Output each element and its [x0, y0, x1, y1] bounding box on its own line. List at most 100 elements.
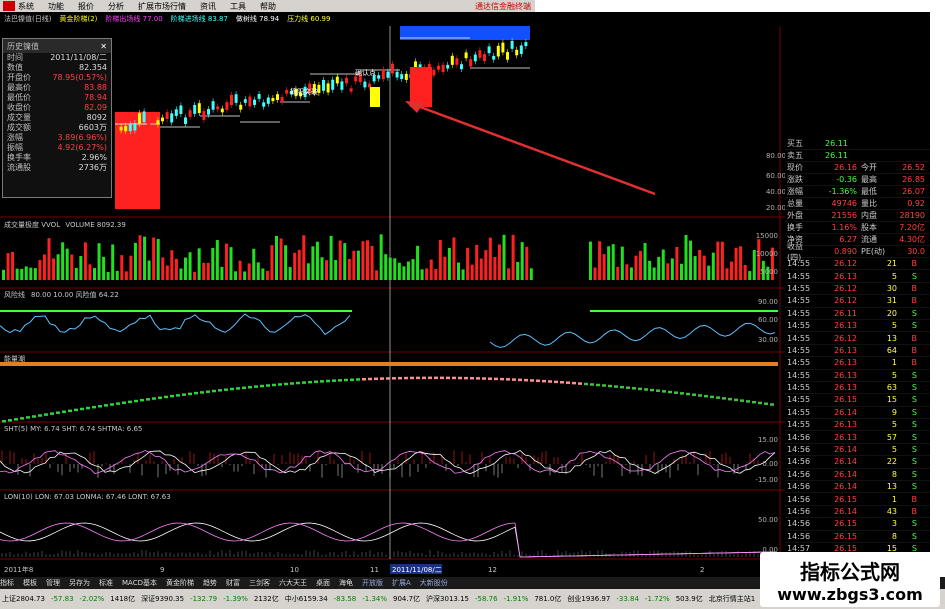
energy-dot — [26, 416, 30, 419]
volume-bar — [220, 266, 224, 280]
indicator-tab[interactable]: 模板 — [23, 578, 37, 588]
indicator-tab[interactable]: 桌面 — [316, 578, 330, 588]
energy-dot — [260, 384, 264, 388]
energy-dot — [278, 383, 282, 386]
energy-dot — [236, 387, 240, 390]
volume-bar — [602, 254, 606, 280]
volume-bar — [388, 257, 392, 280]
volume-bar — [379, 234, 383, 280]
tick-row: 14:56 26.14 22 S — [785, 456, 930, 469]
candle — [386, 71, 390, 78]
candle — [170, 113, 174, 123]
indicator-tab[interactable]: 趋势 — [203, 578, 217, 588]
energy-dot — [644, 388, 648, 391]
tick-row: 14:55 26.13 5 S — [785, 419, 930, 432]
volume-bar — [188, 252, 192, 280]
energy-dot — [218, 389, 222, 392]
indicator-tab[interactable]: 财富 — [226, 578, 240, 588]
volume-bar — [83, 242, 87, 280]
candle — [524, 42, 528, 47]
candle — [487, 46, 491, 54]
volume-bar — [479, 258, 483, 280]
volume-bar — [147, 260, 151, 280]
popup-row-value: 2011/11/08/二 — [50, 53, 107, 62]
energy-dot — [464, 376, 468, 380]
volume-bar — [447, 247, 451, 280]
indicator-tab[interactable]: 管理 — [46, 578, 60, 588]
energy-dot — [188, 392, 192, 396]
menu-item-quote[interactable]: 报价 — [78, 1, 94, 12]
annotation-text: 摘阳突破 — [290, 87, 318, 96]
volume-bar — [288, 267, 292, 280]
volume-bar — [311, 246, 315, 280]
indicator-tab[interactable]: MACD基本 — [122, 578, 157, 588]
volume-bar — [224, 243, 228, 280]
indicator-tab[interactable]: 海龟 — [339, 578, 353, 588]
energy-dot — [686, 392, 690, 396]
volume-bar — [79, 256, 83, 280]
volume-bar — [666, 263, 670, 280]
close-icon[interactable]: ✕ — [100, 42, 107, 51]
candle — [510, 40, 514, 49]
menu-item-function[interactable]: 功能 — [48, 1, 64, 12]
indicator-tab[interactable]: 标准 — [99, 578, 113, 588]
indicator-tab[interactable]: 指标 — [0, 578, 14, 588]
popup-header[interactable]: 历史镍值 ✕ — [3, 39, 111, 53]
quote-stat-row: 涨跌 -0.36 最高 26.85 — [785, 174, 930, 186]
ticker-item: -132.79 — [190, 595, 218, 603]
menu-item-tools[interactable]: 工具 — [230, 1, 246, 12]
volume-bar — [707, 265, 711, 280]
popup-title: 历史镍值 — [7, 41, 39, 51]
volume-bar — [165, 265, 169, 280]
energy-dot — [56, 411, 60, 414]
energy-dot — [14, 418, 18, 421]
popup-row: 最低价 78.94 — [3, 93, 111, 103]
candle — [133, 122, 137, 131]
indicator-tab[interactable]: 六大天王 — [279, 578, 307, 588]
svg-text:90.00: 90.00 — [758, 298, 778, 306]
volume-bar — [247, 263, 251, 280]
energy-dot — [2, 420, 6, 423]
tick-row: 14:56 26.15 1 B — [785, 493, 930, 506]
candle — [271, 98, 275, 102]
volume-bar — [520, 242, 524, 280]
volume-bar — [743, 264, 747, 280]
popup-row-value: 3.89(6.96%) — [57, 133, 107, 142]
menu-item-analysis[interactable]: 分析 — [108, 1, 124, 12]
indicator-tab[interactable]: 黄金阶梯 — [166, 578, 194, 588]
menu-item-system[interactable]: 系统 — [18, 1, 34, 12]
tick-row: 14:55 26.13 5 S — [785, 370, 930, 382]
svg-text:10000: 10000 — [756, 250, 778, 258]
chart-area[interactable]: 法巴镍值(日线) 黄金阶梯(2) 阶梯出场线 77.00 阶梯进场线 83.87 做树线… — [0, 12, 785, 577]
menu-item-info[interactable]: 资讯 — [200, 1, 216, 12]
candle — [243, 99, 247, 103]
energy-dot — [554, 380, 558, 384]
indicator-tab[interactable]: 三剑客 — [249, 578, 270, 588]
candle — [276, 94, 279, 100]
chart-svg[interactable]: 法巴镍值(日线) 黄金阶梯(2) 阶梯出场线 77.00 阶梯进场线 83.87 做树线… — [0, 12, 785, 577]
history-value-popup[interactable]: 历史镍值 ✕ 时间 2011/11/08/二 数值 82.354 开盘价 78.95(0.… — [2, 38, 112, 198]
indicator-tab-alt[interactable]: 扩展A — [392, 578, 411, 588]
tick-row: 14:56 26.14 8 S — [785, 469, 930, 482]
candle — [506, 52, 509, 60]
ticker-item: 深证9390.35 — [141, 595, 185, 603]
indicator-tab-alt[interactable]: 开放版 — [362, 578, 383, 588]
tick-list[interactable]: 14:55 26.12 21 B 14:55 26.13 5 S 14:55 26.12 30 B 14… — [785, 258, 930, 568]
ticker-item: 创业1936.97 — [567, 595, 611, 603]
menu-item-help[interactable]: 帮助 — [260, 1, 276, 12]
indicator-tab[interactable]: 另存为 — [69, 578, 90, 588]
energy-dot — [248, 385, 252, 389]
volume-bar — [438, 240, 442, 280]
volume-bar — [170, 250, 174, 280]
volume-bar — [406, 261, 410, 280]
ticker-item: 1418亿 — [110, 595, 136, 603]
volume-bar — [297, 249, 301, 280]
volume-bar — [143, 236, 147, 280]
volume-bar — [56, 254, 60, 280]
volume-bar — [629, 267, 633, 280]
menu-item-ext-market[interactable]: 扩展市场行情 — [138, 1, 186, 12]
volume-bar — [38, 260, 42, 280]
indicator-tab-alt[interactable]: 大新股份 — [420, 578, 448, 588]
side-toolbar[interactable] — [930, 12, 945, 577]
popup-row: 振幅 4.92(6.27%) — [3, 143, 111, 153]
